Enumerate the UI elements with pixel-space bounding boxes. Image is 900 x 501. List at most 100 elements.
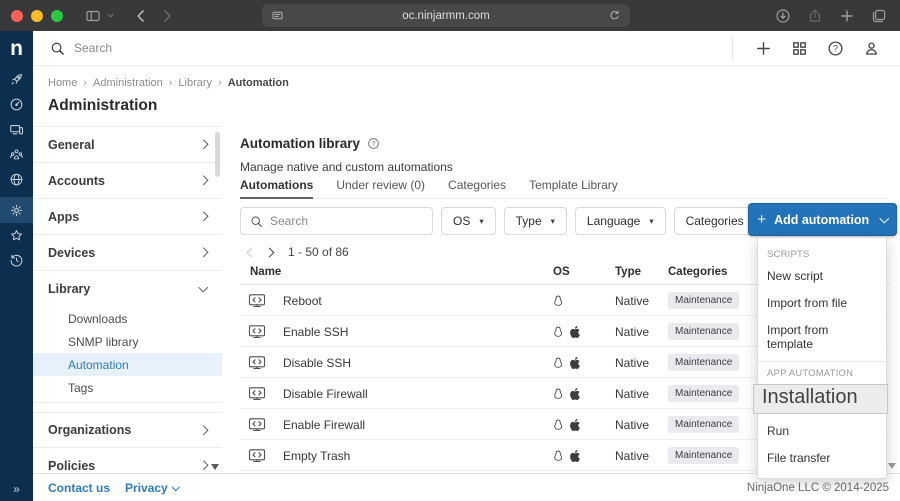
column-header-type: Type (615, 266, 641, 278)
menu-item-import-from-file[interactable]: Import from file (758, 289, 886, 316)
breadcrumb-item-home[interactable]: Home (48, 77, 77, 89)
sidebar-item-apps[interactable]: Apps (33, 199, 222, 235)
script-monitor-icon[interactable] (248, 417, 266, 433)
library-search-input[interactable] (270, 214, 410, 228)
next-page-button[interactable] (260, 249, 278, 256)
apple-icon[interactable] (569, 388, 581, 400)
ninjaone-logo[interactable]: n (0, 31, 33, 67)
script-monitor-icon[interactable] (248, 355, 266, 371)
search-icon[interactable] (50, 41, 65, 56)
nav-scroll-down-arrow[interactable] (211, 464, 219, 470)
minimize-window-button[interactable] (31, 10, 43, 22)
add-automation-button[interactable]: + Add automation (748, 203, 897, 236)
tab-under-review-0[interactable]: Under review (0) (336, 178, 425, 198)
sidebar-item-snmp-library[interactable]: SNMP library (33, 330, 222, 353)
apple-icon[interactable] (569, 326, 581, 338)
back-icon[interactable] (133, 8, 149, 24)
linux-icon[interactable] (553, 388, 563, 400)
menu-item-new-script[interactable]: New script (758, 262, 886, 289)
tab-template-library[interactable]: Template Library (529, 178, 618, 198)
tab-categories[interactable]: Categories (448, 178, 506, 198)
sidebar-item-library[interactable]: Library (33, 271, 222, 307)
settings-icon[interactable] (0, 197, 33, 223)
menu-item-file-transfer[interactable]: File transfer (758, 444, 886, 471)
apps-grid-icon[interactable] (791, 40, 808, 57)
devices-icon[interactable] (0, 117, 33, 142)
close-window-button[interactable] (11, 10, 23, 22)
footer-link-privacy[interactable]: Privacy (125, 481, 178, 495)
dropdown-arrow-icon: ▾ (551, 216, 555, 227)
linux-icon[interactable] (553, 357, 563, 369)
sidebar-item-tags[interactable]: Tags (33, 376, 222, 399)
sidebar-item-downloads[interactable]: Downloads (33, 307, 222, 330)
forward-icon[interactable] (159, 8, 175, 24)
linux-icon[interactable] (553, 419, 563, 431)
apple-icon[interactable] (569, 419, 581, 431)
sidebar-item-accounts[interactable]: Accounts (33, 163, 222, 199)
apple-icon[interactable] (569, 357, 581, 369)
filter-os[interactable]: OS▾ (441, 207, 496, 235)
chevron-down-icon[interactable] (105, 10, 116, 21)
breadcrumb-item-library[interactable]: Library (178, 77, 212, 89)
footer-link-contact-us[interactable]: Contact us (48, 481, 110, 495)
expand-rail-button[interactable]: » (0, 482, 33, 496)
url-bar[interactable]: oc.ninjarmm.com (262, 4, 630, 27)
global-search-input[interactable] (74, 41, 394, 55)
reader-icon[interactable] (271, 9, 284, 22)
sidebar-item-organizations[interactable]: Organizations (33, 412, 222, 448)
new-tab-icon[interactable] (839, 8, 855, 24)
chevron-down-icon (172, 483, 180, 491)
linux-icon[interactable] (553, 326, 563, 338)
global-search[interactable] (50, 41, 394, 56)
remote-icon[interactable] (0, 167, 33, 192)
icon-rail: n » (0, 31, 33, 501)
menu-item-import-from-template[interactable]: Import from template (758, 316, 886, 357)
reload-icon[interactable] (608, 9, 621, 22)
automation-name-cell: Enable SSH (248, 316, 348, 347)
dashboard-icon[interactable] (0, 92, 33, 117)
script-monitor-icon[interactable] (248, 448, 266, 464)
library-search[interactable] (240, 207, 433, 235)
main-scroll-down-arrow[interactable] (888, 463, 896, 469)
apple-icon[interactable] (569, 450, 581, 462)
search-icon[interactable] (250, 215, 263, 228)
category-badge: Maintenance (668, 447, 739, 464)
type-cell: Native (615, 347, 649, 378)
help-icon[interactable]: ? (827, 40, 844, 57)
menu-item-installation[interactable]: Installation (753, 384, 888, 414)
history-icon[interactable] (0, 248, 33, 273)
rocket-icon[interactable] (0, 67, 33, 92)
sidebar-item-devices[interactable]: Devices (33, 235, 222, 271)
tab-automations[interactable]: Automations (240, 178, 313, 199)
add-icon[interactable] (755, 40, 772, 57)
organizations-icon[interactable] (0, 142, 33, 167)
zoom-window-button[interactable] (51, 10, 63, 22)
share-icon[interactable] (807, 8, 823, 24)
script-monitor-icon[interactable] (248, 386, 266, 402)
help-icon[interactable]: ? (367, 137, 380, 150)
download-icon[interactable] (775, 8, 791, 24)
linux-icon[interactable] (553, 450, 563, 462)
chevron-right-icon (198, 176, 207, 185)
script-monitor-icon[interactable] (248, 293, 266, 309)
menu-section-header: SCRIPTS (758, 243, 886, 262)
sidebar-item-general[interactable]: General (33, 127, 222, 163)
sidebar-item-automation[interactable]: Automation (33, 353, 222, 376)
automation-name: Disable SSH (283, 356, 351, 370)
user-icon[interactable] (863, 40, 880, 57)
sidebar-icon[interactable] (85, 8, 101, 24)
svg-text:?: ? (372, 141, 376, 148)
prev-page-button[interactable] (242, 249, 260, 256)
automation-library-panel: Automation library ? Manage native and c… (222, 66, 900, 473)
menu-item-run[interactable]: Run (758, 417, 886, 444)
tabs-overview-icon[interactable] (871, 8, 887, 24)
page-title: Administration (48, 97, 157, 115)
sidebar-item-policies[interactable]: Policies (33, 448, 222, 473)
script-monitor-icon[interactable] (248, 324, 266, 340)
linux-icon[interactable] (553, 295, 563, 307)
breadcrumb-item-administration[interactable]: Administration (93, 77, 163, 89)
nav-scrollbar-thumb[interactable] (215, 132, 220, 177)
filter-type[interactable]: Type▾ (504, 207, 567, 235)
favorites-icon[interactable] (0, 223, 33, 248)
filter-language[interactable]: Language▾ (575, 207, 666, 235)
